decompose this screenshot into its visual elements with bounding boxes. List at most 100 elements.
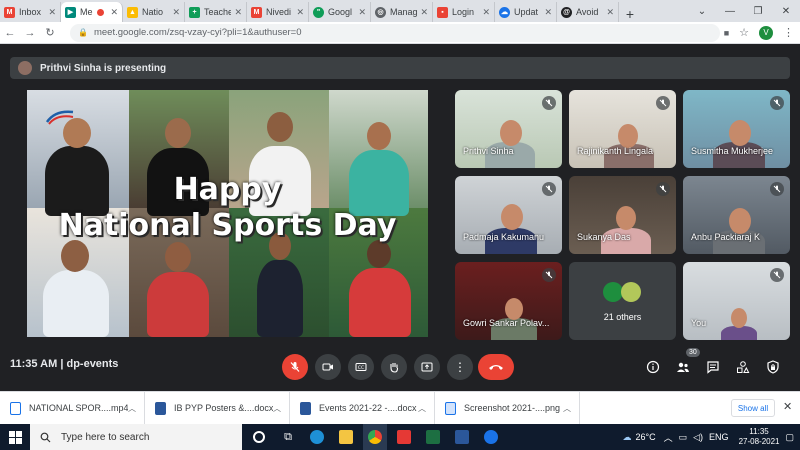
maximize-icon[interactable]: ❐: [744, 6, 772, 17]
browser-tab[interactable]: ☁ Updat ✕: [495, 2, 557, 22]
browser-tab[interactable]: ◎ Manag ✕: [371, 2, 433, 22]
participant-name: Susmitha Mukherjee: [691, 146, 774, 156]
mic-toggle-button[interactable]: [282, 354, 308, 380]
participant-tile[interactable]: Rajinikanth Lingala: [569, 90, 676, 168]
download-item[interactable]: Screenshot 2021-....png ︿: [435, 391, 580, 425]
camera-icon[interactable]: ■: [724, 28, 729, 38]
people-button[interactable]: [672, 356, 694, 378]
chevron-up-icon[interactable]: ︿: [664, 431, 673, 444]
browser-tab-active[interactable]: ▶ Me ✕: [61, 2, 123, 22]
chevron-up-icon[interactable]: ︿: [563, 403, 571, 414]
word-icon[interactable]: [450, 424, 474, 450]
close-icon[interactable]: ✕: [172, 7, 180, 18]
tab-title: Natio: [142, 7, 164, 17]
close-icon[interactable]: ✕: [110, 7, 118, 18]
show-all-downloads-button[interactable]: Show all: [731, 399, 775, 417]
close-icon[interactable]: ✕: [482, 7, 490, 18]
browser-tab[interactable]: + Teache ✕: [185, 2, 247, 22]
chevron-up-icon[interactable]: ︿: [418, 403, 426, 414]
mic-off-icon: [542, 96, 556, 110]
close-icon[interactable]: ✕: [606, 7, 614, 18]
edge-browser-icon[interactable]: [305, 424, 329, 450]
file-explorer-icon[interactable]: [334, 424, 358, 450]
cortana-icon[interactable]: [247, 424, 271, 450]
browser-tab[interactable]: " Googl ✕: [309, 2, 371, 22]
minimize-icon[interactable]: —: [716, 6, 744, 17]
task-view-icon[interactable]: ⧉: [276, 424, 300, 450]
leave-call-button[interactable]: [478, 354, 514, 380]
clock-date: 27-08-2021: [738, 437, 780, 446]
language-indicator[interactable]: ENG: [709, 432, 729, 442]
participant-tile[interactable]: Anbu Packiaraj K: [683, 176, 790, 254]
captions-button[interactable]: CC: [348, 354, 374, 380]
cloud-icon: ☁: [499, 6, 510, 18]
chevron-up-icon[interactable]: ︿: [128, 403, 136, 414]
window-controls: ⌄ — ❐ ✕: [688, 0, 800, 22]
close-icon[interactable]: ✕: [48, 7, 56, 18]
browser-tab[interactable]: ▪ Login ✕: [433, 2, 495, 22]
anydesk-icon[interactable]: [392, 424, 416, 450]
reload-icon[interactable]: ↻: [40, 26, 60, 39]
chrome-icon[interactable]: [363, 424, 387, 450]
participant-tile[interactable]: Susmitha Mukherjee: [683, 90, 790, 168]
participant-tile[interactable]: Prithvi Sinha: [455, 90, 562, 168]
chevron-up-icon[interactable]: ︿: [273, 403, 281, 414]
mic-off-icon: [542, 182, 556, 196]
taskbar-clock[interactable]: 11:35 27-08-2021: [739, 427, 780, 447]
url-field[interactable]: 🔒 meet.google.com/zsq-vzay-cyi?pli=1&aut…: [70, 23, 720, 42]
camera-toggle-button[interactable]: [315, 354, 341, 380]
others-tile[interactable]: 21 others: [569, 262, 676, 340]
activities-button[interactable]: [732, 356, 754, 378]
participant-tile[interactable]: Gowri Sankar Polav...: [455, 262, 562, 340]
share-title-national-sports-day: National Sports Day: [58, 208, 397, 243]
browser-tab[interactable]: @ Avoid ✕: [557, 2, 619, 22]
tab-title: Nivedi: [266, 7, 292, 17]
close-downloads-bar-button[interactable]: ✕: [783, 400, 792, 413]
temperature[interactable]: 26°C: [635, 432, 655, 442]
taskbar-search[interactable]: Type here to search: [30, 424, 242, 450]
raise-hand-button[interactable]: [381, 354, 407, 380]
presenting-text: Prithvi Sinha is presenting: [40, 62, 167, 74]
browser-tab[interactable]: ▲ Natio ✕: [123, 2, 185, 22]
help-icon[interactable]: [479, 424, 503, 450]
share-title-happy: Happy: [173, 172, 282, 207]
close-icon[interactable]: ✕: [234, 7, 242, 18]
network-icon[interactable]: ▭: [679, 432, 688, 443]
star-icon[interactable]: ☆: [739, 26, 749, 39]
participant-face: [729, 120, 751, 146]
browser-tab[interactable]: M Nivedi ✕: [247, 2, 309, 22]
weather-cloud-icon: ☁: [622, 431, 632, 442]
download-item[interactable]: NATIONAL SPOR....mp4 ︿: [0, 391, 145, 425]
download-item[interactable]: Events 2021-22 -....docx ︿: [290, 391, 435, 425]
profile-avatar[interactable]: V: [759, 25, 773, 40]
present-now-button[interactable]: [414, 354, 440, 380]
excel-icon[interactable]: [421, 424, 445, 450]
volume-icon[interactable]: ◁): [693, 432, 703, 443]
presenting-banner: Prithvi Sinha is presenting: [10, 57, 790, 79]
back-arrow-icon[interactable]: ←: [0, 27, 20, 39]
close-icon[interactable]: ✕: [420, 7, 428, 18]
download-item[interactable]: IB PYP Posters &....docx ︿: [145, 391, 290, 425]
address-bar: ← → ↻ 🔒 meet.google.com/zsq-vzay-cyi?pli…: [0, 22, 800, 44]
participant-tile[interactable]: Padmaja Kakumanu: [455, 176, 562, 254]
participant-tile[interactable]: Sukanya Das: [569, 176, 676, 254]
browser-tab[interactable]: M Inbox ✕: [0, 2, 61, 22]
forward-arrow-icon[interactable]: →: [20, 27, 40, 39]
self-tile[interactable]: You: [683, 262, 790, 340]
notifications-icon[interactable]: ▢: [785, 432, 794, 443]
more-vert-icon[interactable]: ⋮: [783, 26, 794, 39]
person-head: [61, 240, 89, 272]
recording-icon: [97, 8, 105, 16]
meeting-details-button[interactable]: [642, 356, 664, 378]
tab-search-icon[interactable]: ⌄: [688, 6, 716, 17]
chat-button[interactable]: [702, 356, 724, 378]
more-options-button[interactable]: ⋮: [447, 354, 473, 380]
host-controls-button[interactable]: [762, 356, 784, 378]
close-icon[interactable]: ✕: [296, 7, 304, 18]
close-window-icon[interactable]: ✕: [772, 6, 800, 17]
start-button[interactable]: [0, 424, 30, 450]
close-icon[interactable]: ✕: [544, 7, 552, 18]
new-tab-button[interactable]: +: [619, 6, 641, 22]
google-classroom-icon: +: [189, 6, 200, 18]
close-icon[interactable]: ✕: [358, 7, 366, 18]
